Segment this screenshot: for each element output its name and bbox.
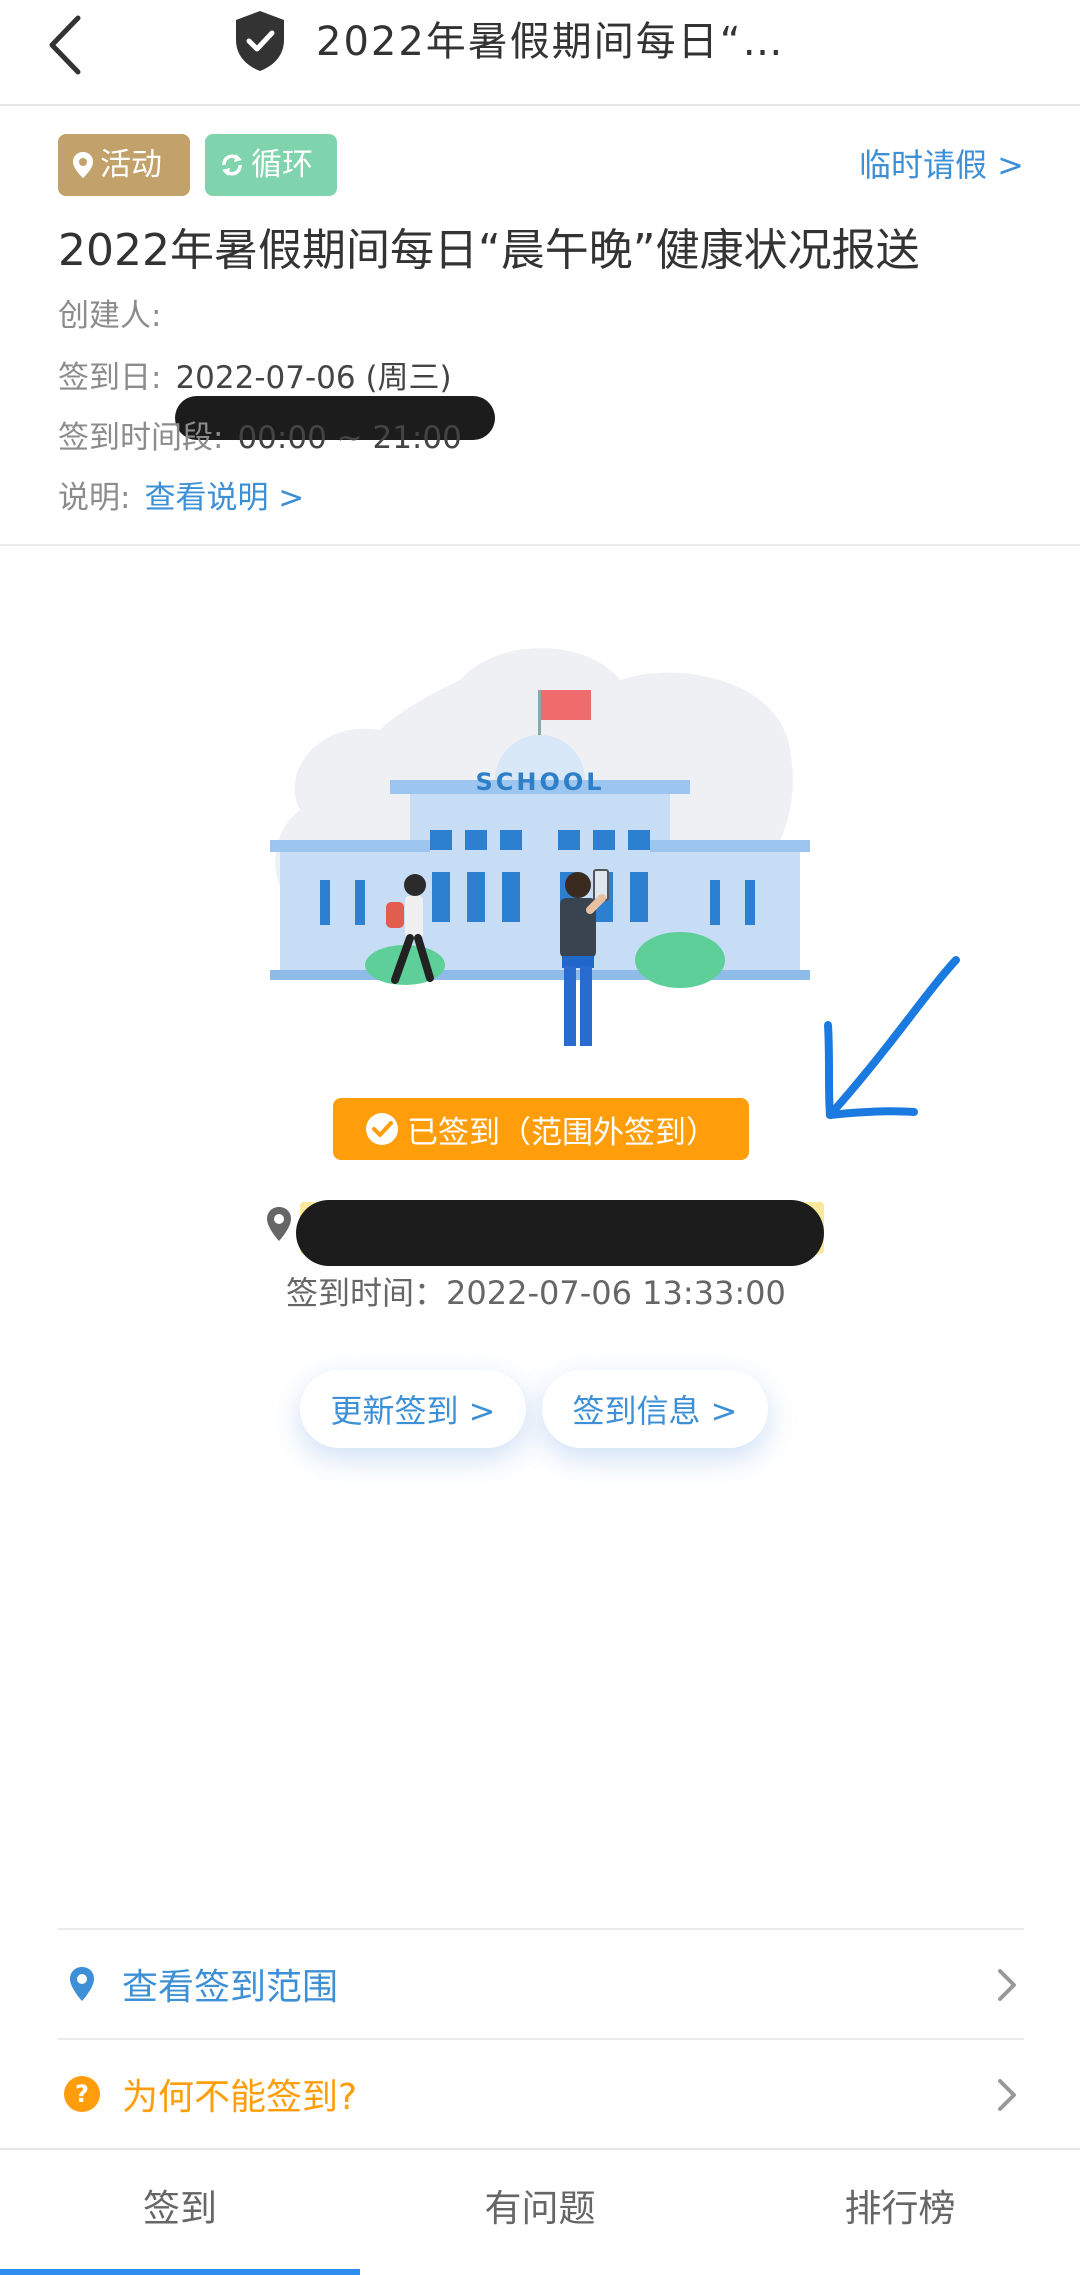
description-label: 说明: xyxy=(58,480,131,516)
tab-leaderboard[interactable]: 排行榜 xyxy=(720,2150,1080,2275)
status-badge-label: 已签到（范围外签到） xyxy=(407,1114,717,1151)
school-illustration: SCHOOL xyxy=(270,648,810,1046)
shield-check-icon xyxy=(236,11,284,71)
redaction-mark xyxy=(296,1200,824,1266)
signin-period-label: 签到时间段: xyxy=(58,420,224,456)
signin-period-value: 00:00 ~ 21:00 xyxy=(237,420,462,456)
signin-info-button[interactable]: 签到信息 > xyxy=(542,1370,768,1448)
activity-tag-label: 活动 xyxy=(100,147,162,183)
check-circle-icon xyxy=(366,1113,398,1145)
cycle-tag-label: 循环 xyxy=(251,147,313,183)
signin-date-value: 2022-07-06 (周三) xyxy=(175,360,452,396)
description-row: 说明: 查看说明 > xyxy=(58,472,304,517)
chevron-right-icon xyxy=(998,2079,1016,2111)
view-signin-range-item[interactable]: 查看签到范围 xyxy=(58,1928,1024,2038)
view-signin-range-label: 查看签到范围 xyxy=(122,1967,339,2008)
signin-date-row: 签到日: 2022-07-06 (周三) xyxy=(58,352,452,397)
why-cannot-signin-label: 为何不能签到? xyxy=(122,2077,358,2118)
cycle-tag: 循环 xyxy=(205,134,337,196)
nav-title: 2022年暑假期间每日“… xyxy=(316,19,785,65)
signed-in-status-badge: 已签到（范围外签到） xyxy=(333,1098,749,1160)
chevron-right-icon xyxy=(998,1969,1016,2001)
refresh-icon xyxy=(222,154,242,176)
svg-text:?: ? xyxy=(75,2080,89,2108)
event-info-card: 活动 循环 临时请假 > 2022年暑假期间每日“晨午晚”健康状况报送 创建人:… xyxy=(0,106,1080,546)
back-arrow-icon[interactable] xyxy=(38,8,98,78)
temporary-leave-link[interactable]: 临时请假 > xyxy=(859,140,1024,186)
location-pin-icon xyxy=(73,152,93,178)
tab-signin[interactable]: 签到 xyxy=(0,2150,360,2275)
school-sign-text: SCHOOL xyxy=(475,768,604,796)
bottom-tab-bar: 签到 有问题 排行榜 xyxy=(0,2148,1080,2275)
update-signin-button[interactable]: 更新签到 > xyxy=(300,1370,526,1448)
tab-issues[interactable]: 有问题 xyxy=(360,2150,720,2275)
view-description-link[interactable]: 查看说明 > xyxy=(144,480,304,516)
help-circle-icon: ? xyxy=(64,2076,100,2112)
location-pin-icon xyxy=(267,1207,291,1241)
signin-date-label: 签到日: xyxy=(58,360,162,396)
top-nav-bar: 2022年暑假期间每日“… xyxy=(0,0,1080,106)
location-pin-icon xyxy=(70,1967,94,2001)
hand-drawn-arrow-annotation xyxy=(824,956,960,1119)
why-cannot-signin-item[interactable]: ? 为何不能签到? xyxy=(58,2038,1024,2148)
signin-period-row: 签到时间段: 00:00 ~ 21:00 xyxy=(58,412,462,457)
creator-row: 创建人: xyxy=(58,290,161,335)
signin-time: 签到时间：2022-07-06 13:33:00 xyxy=(286,1274,786,1312)
creator-label: 创建人: xyxy=(58,298,162,334)
event-title: 2022年暑假期间每日“晨午晚”健康状况报送 xyxy=(58,225,920,276)
activity-tag: 活动 xyxy=(58,134,190,196)
